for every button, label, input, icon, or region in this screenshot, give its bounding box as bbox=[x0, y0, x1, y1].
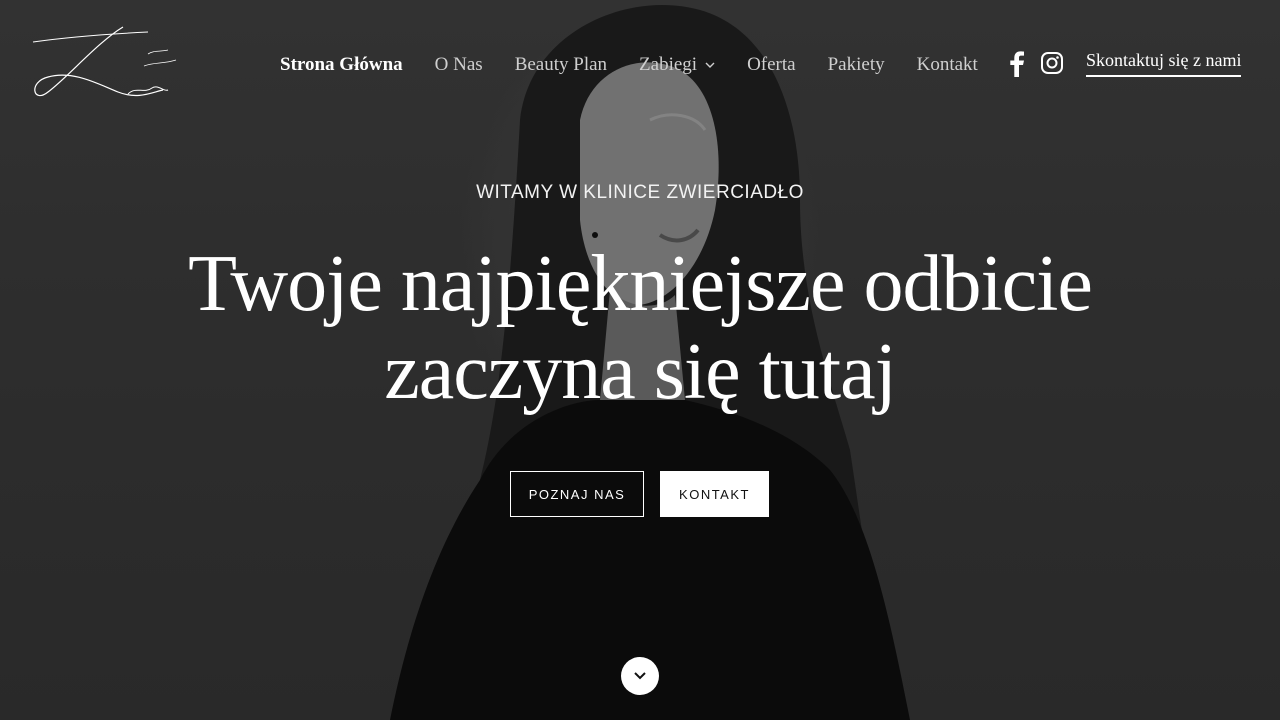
scroll-down-button[interactable] bbox=[621, 657, 659, 695]
facebook-link[interactable] bbox=[1008, 51, 1026, 77]
hero-kicker: WITAMY W KLINICE ZWIERCIADŁO bbox=[476, 182, 804, 203]
nav-item-strona-glowna[interactable]: Strona Główna bbox=[280, 54, 403, 76]
about-us-button[interactable]: POZNAJ NAS bbox=[510, 471, 644, 517]
hero-headline-line-1: Twoje najpiękniejsze odbicie bbox=[188, 240, 1093, 328]
hero-headline: Twoje najpiękniejsze odbicie zaczyna się… bbox=[0, 240, 1280, 416]
nav-item-oferta[interactable]: Oferta bbox=[747, 54, 796, 76]
contact-button[interactable]: KONTAKT bbox=[660, 471, 769, 517]
nav-item-zabiegi[interactable]: Zabiegi bbox=[639, 54, 715, 76]
chevron-down-icon bbox=[634, 672, 646, 680]
instagram-icon bbox=[1041, 52, 1063, 74]
main-navigation: Strona Główna O Nas Beauty Plan Zabiegi … bbox=[280, 54, 1010, 76]
nav-item-o-nas[interactable]: O Nas bbox=[435, 54, 483, 76]
signature-logo-icon bbox=[32, 26, 177, 97]
nav-item-zabiegi-label: Zabiegi bbox=[639, 54, 698, 75]
chevron-down-icon bbox=[705, 62, 715, 68]
nav-item-pakiety[interactable]: Pakiety bbox=[828, 54, 885, 76]
nav-item-beauty-plan[interactable]: Beauty Plan bbox=[515, 54, 607, 76]
hero-headline-line-2: zaczyna się tutaj bbox=[384, 328, 897, 416]
site-header: Strona Główna O Nas Beauty Plan Zabiegi … bbox=[0, 0, 1280, 130]
facebook-icon bbox=[1010, 51, 1024, 77]
nav-item-kontakt[interactable]: Kontakt bbox=[917, 54, 978, 76]
instagram-link[interactable] bbox=[1040, 51, 1064, 75]
site-logo[interactable] bbox=[28, 22, 188, 112]
contact-us-link[interactable]: Skontaktuj się z nami bbox=[1086, 50, 1242, 77]
